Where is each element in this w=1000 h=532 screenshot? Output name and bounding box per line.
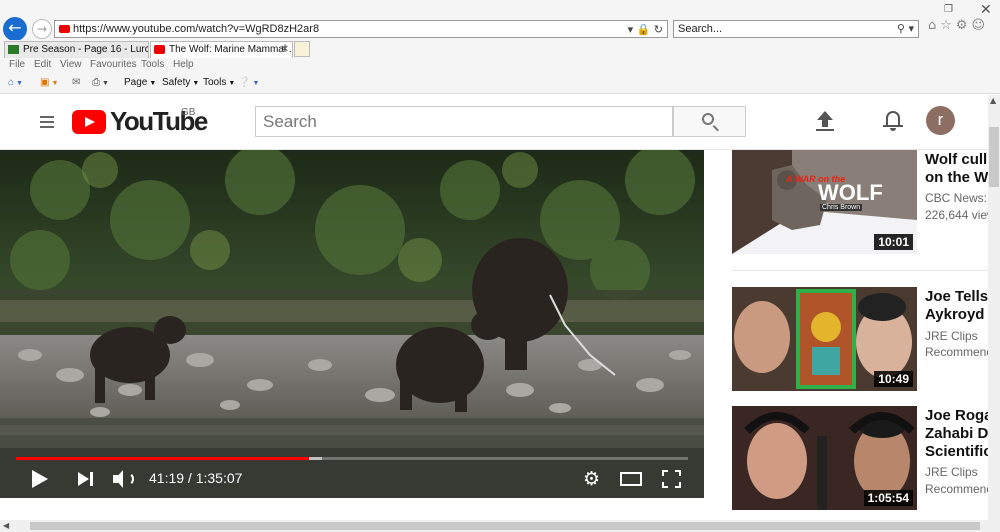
browser-search-placeholder: Search... (678, 23, 723, 35)
menu-favourites[interactable]: Favourites (90, 59, 137, 70)
youtube-search-button[interactable] (673, 106, 746, 137)
scroll-up-icon[interactable]: ▲ (990, 96, 996, 105)
tab-the-wolf[interactable]: The Wolf: Marine Mammal ... ✕ (150, 41, 293, 58)
menu-tools[interactable]: Tools (141, 59, 164, 70)
address-tools-icon[interactable]: ▾ 🔒 ↻ (628, 22, 663, 38)
recommended-video[interactable]: 10:49 Joe Tells Aykroyd A JRE Clips Reco… (732, 287, 999, 393)
progress-played[interactable] (16, 457, 309, 460)
help-icon[interactable]: ❔ ▼ (238, 77, 259, 88)
video-frame-bears (0, 150, 704, 498)
video-duration: 10:49 (874, 371, 913, 387)
page-menu[interactable]: Page ▼ (124, 77, 156, 88)
youtube-favicon-icon (154, 45, 165, 54)
recommended-video[interactable]: 1:05:54 Joe Roga Zahabi De Scientific JR… (732, 406, 997, 512)
scroll-left-icon[interactable]: ◀ (3, 521, 9, 530)
video-thumbnail[interactable]: 10:49 (732, 287, 917, 391)
theater-mode-icon[interactable] (620, 472, 642, 486)
menu-icon[interactable] (40, 116, 54, 131)
vertical-scroll-thumb[interactable] (989, 127, 999, 187)
video-duration: 10:01 (874, 234, 913, 250)
menu-help[interactable]: Help (173, 59, 194, 70)
new-tab-button[interactable] (294, 41, 310, 57)
video-duration: 1:05:54 (863, 490, 913, 506)
tab-close-icon[interactable]: ✕ (281, 42, 289, 57)
tab-pre-season[interactable]: Pre Season - Page 16 - Lurcher... (4, 41, 149, 58)
restore-window-icon[interactable]: ❐ (944, 4, 953, 15)
country-code: GB (181, 107, 196, 118)
menu-view[interactable]: View (60, 59, 82, 70)
forum-favicon-icon (8, 45, 19, 54)
search-icon (702, 113, 714, 125)
home-star-gear-smiley-icons[interactable]: ⌂☆⚙☺ (928, 18, 989, 33)
upload-icon[interactable] (815, 111, 835, 133)
forward-button[interactable]: → (32, 19, 52, 39)
print-icon[interactable]: ⎙ ▼ (92, 77, 109, 88)
menu-file[interactable]: File (9, 59, 25, 70)
horizontal-scroll-thumb[interactable] (30, 522, 980, 530)
mail-icon[interactable]: ✉ (72, 77, 80, 88)
video-views: 226,644 view (925, 208, 995, 222)
video-channel[interactable]: JRE Clips (925, 464, 995, 481)
avatar[interactable]: r (926, 106, 955, 135)
video-thumbnail[interactable]: A WAR on the WOLF Chris Brown 10:01 (732, 150, 917, 254)
settings-gear-icon[interactable]: ⚙ (583, 470, 600, 489)
volume-icon[interactable] (113, 469, 135, 489)
close-window-icon[interactable]: ✕ (980, 2, 992, 18)
time-display: 41:19 / 1:35:07 (149, 470, 243, 486)
safety-menu[interactable]: Safety ▼ (162, 77, 199, 88)
play-icon[interactable] (32, 470, 48, 488)
notifications-bell-icon[interactable] (883, 108, 903, 132)
video-channel[interactable]: CBC News: T (925, 190, 995, 207)
thumb-text: WOLF (818, 180, 883, 205)
next-video-icon[interactable] (78, 472, 93, 487)
tools-menu-label: Tools (203, 77, 227, 88)
video-thumbnail[interactable]: 1:05:54 (732, 406, 917, 510)
safety-menu-label: Safety (162, 77, 191, 88)
video-views: Recommend (925, 482, 994, 496)
recommended-video[interactable]: A WAR on the WOLF Chris Brown 10:01 Wolf… (732, 150, 997, 260)
tab-label: Pre Season - Page 16 - Lurcher... (23, 44, 148, 55)
youtube-logo-icon[interactable] (72, 110, 106, 134)
youtube-favicon-icon (59, 25, 70, 33)
thumb-author: Chris Brown (820, 204, 863, 211)
feeds-icon[interactable]: ▣ ▼ (40, 77, 58, 88)
tools-menu[interactable]: Tools ▼ (203, 77, 235, 88)
tab-label: The Wolf: Marine Mammal ... (169, 44, 293, 55)
home-icon[interactable]: ⌂ ▼ (8, 77, 23, 88)
back-button[interactable]: ← (3, 17, 27, 41)
address-bar[interactable]: https://www.youtube.com/watch?v=WgRD8zH2… (54, 20, 668, 38)
video-player[interactable] (0, 150, 704, 498)
divider (732, 270, 988, 271)
browser-search-input[interactable]: Search... ⚲ ▾ (673, 20, 919, 38)
fullscreen-icon[interactable] (662, 470, 681, 488)
menu-bar: File Edit View Favourites Tools Help (0, 58, 1000, 74)
menu-edit[interactable]: Edit (34, 59, 51, 70)
address-url: https://www.youtube.com/watch?v=WgRD8zH2… (73, 23, 320, 35)
youtube-header: YouTube GB Search r (0, 95, 988, 150)
video-info-area (0, 498, 720, 520)
page-menu-label: Page (124, 77, 148, 88)
video-views: Recommend (925, 345, 994, 359)
youtube-search-input[interactable]: Search (255, 106, 673, 137)
command-bar: ⌂ ▼ ▣ ▼ ✉ ⎙ ▼ Page ▼ Safety ▼ Tools ▼ ❔ ▼ (0, 74, 1000, 94)
search-icon[interactable]: ⚲ ▾ (897, 21, 914, 37)
video-channel[interactable]: JRE Clips (925, 328, 995, 345)
